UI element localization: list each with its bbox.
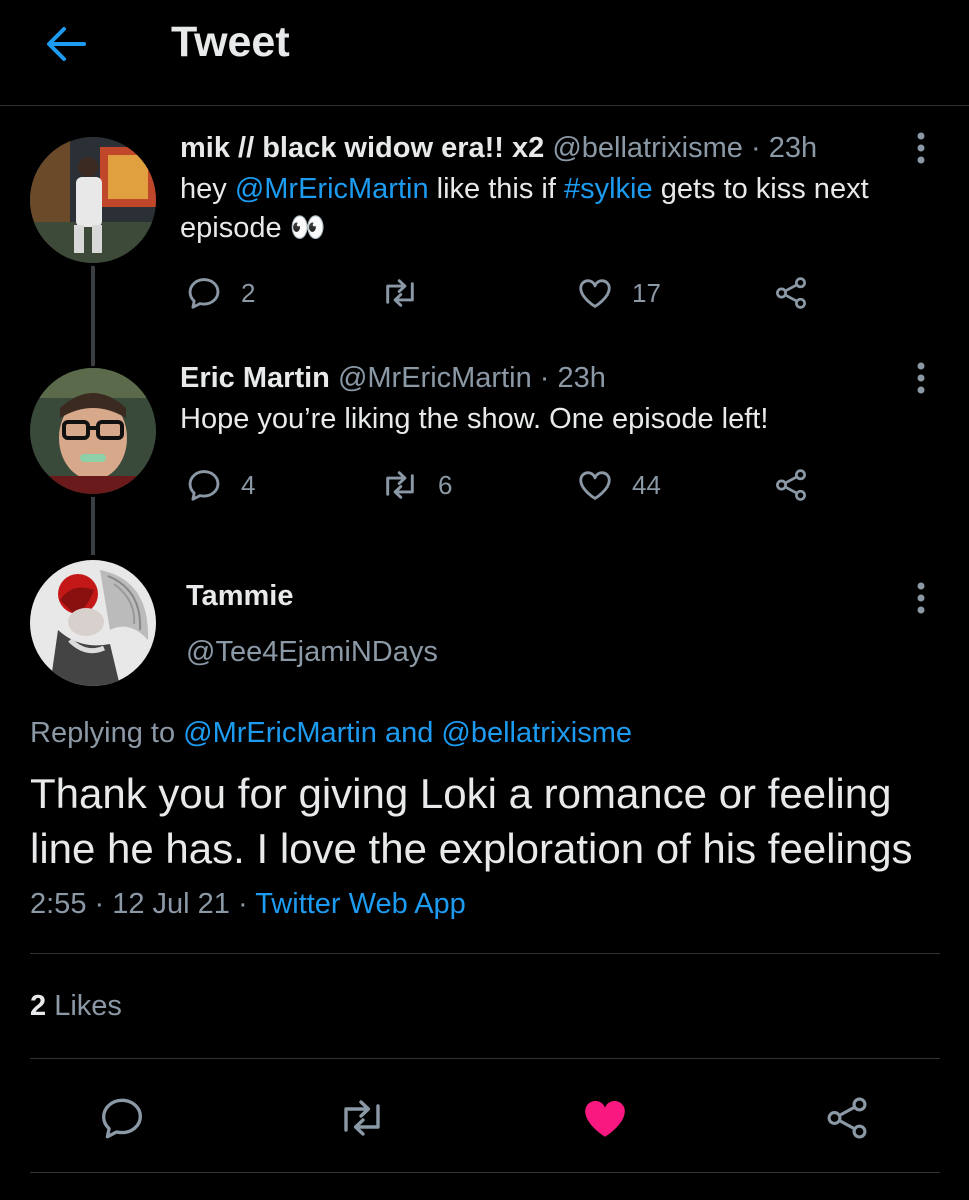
avatar[interactable] [30, 368, 156, 494]
author-name[interactable]: mik // black widow era!! x2 [180, 132, 544, 164]
tweet-time: 23h [557, 362, 606, 394]
share-button[interactable] [772, 465, 810, 505]
reply-icon [185, 466, 223, 504]
share-icon [772, 466, 810, 504]
avatar[interactable] [30, 560, 156, 686]
heart-icon [576, 274, 614, 312]
share-button[interactable] [772, 273, 810, 313]
retweet-count: 6 [438, 469, 453, 500]
divider [30, 1058, 940, 1059]
top-bar: Tweet [0, 0, 969, 106]
author-name[interactable]: Eric Martin [180, 362, 330, 394]
tweet-actions: 4 6 44 [180, 465, 830, 505]
eyes-emoji: 👀 [289, 212, 326, 244]
more-vertical-icon[interactable] [906, 578, 936, 618]
retweet-button[interactable] [334, 1090, 390, 1146]
tweet-header: Eric Martin @MrEricMartin · 23h [180, 362, 606, 394]
back-arrow-icon[interactable] [44, 22, 88, 66]
like-button[interactable]: 17 [576, 273, 661, 313]
divider [30, 1172, 940, 1173]
replying-label: Replying to [30, 717, 184, 749]
retweet-icon [380, 466, 420, 504]
retweet-button[interactable] [380, 273, 438, 313]
mention-link[interactable]: @MrEricMartin [235, 173, 429, 205]
thread-connector [91, 266, 95, 366]
page-title: Tweet [171, 18, 290, 66]
share-icon [822, 1093, 872, 1143]
divider [30, 953, 940, 954]
like-count: 17 [632, 277, 661, 308]
share-icon [772, 274, 810, 312]
heart-icon [580, 1093, 630, 1143]
hashtag-link[interactable]: #sylkie [564, 173, 653, 205]
tweet-text: Thank you for giving Loki a romance or f… [30, 770, 913, 872]
tweet-time: 2:55 [30, 888, 87, 920]
replying-to: Replying to @MrEricMartin and @bellatrix… [30, 717, 632, 750]
tweet-header: mik // black widow era!! x2 @bellatrixis… [180, 132, 818, 164]
likes-summary[interactable]: 2 Likes [30, 990, 122, 1023]
likes-count: 2 [30, 990, 47, 1022]
more-vertical-icon[interactable] [906, 358, 936, 398]
text-segment: hey [180, 173, 235, 205]
reply-icon [97, 1093, 147, 1143]
retweet-icon [380, 274, 420, 312]
reply-button[interactable]: 2 [185, 273, 255, 313]
author-handle[interactable]: @bellatrixisme [552, 132, 743, 164]
text-segment: like this if [428, 173, 564, 205]
reply-count: 2 [241, 277, 256, 308]
likes-label: Likes [54, 990, 122, 1022]
like-button[interactable] [577, 1090, 633, 1146]
tweet-time: 23h [768, 132, 818, 164]
tweet-text: Hope you’re liking the show. One episode… [180, 403, 769, 435]
tweet-actions: 2 17 [180, 273, 830, 313]
retweet-button[interactable]: 6 [380, 465, 452, 505]
replying-to-links[interactable]: @MrEricMartin and @bellatrixisme [183, 717, 632, 749]
tweet-meta: 2:55 · 12 Jul 21 · Twitter Web App [30, 888, 466, 920]
retweet-icon [336, 1093, 388, 1143]
focused-tweet-actions [0, 1090, 969, 1146]
tweet-date: 12 Jul 21 [112, 888, 230, 920]
author-name[interactable]: Tammie [186, 580, 293, 613]
like-button[interactable]: 44 [576, 465, 661, 505]
share-button[interactable] [819, 1090, 875, 1146]
author-handle[interactable]: @Tee4EjamiNDays [186, 636, 438, 669]
heart-icon [576, 466, 614, 504]
tweet-source-link[interactable]: Twitter Web App [255, 888, 466, 920]
avatar[interactable] [30, 137, 156, 263]
author-handle[interactable]: @MrEricMartin [338, 362, 532, 394]
thread-connector [91, 497, 95, 555]
reply-button[interactable]: 4 [185, 465, 255, 505]
tweet-text: hey @MrEricMartin like this if #sylkie g… [180, 170, 900, 248]
reply-count: 4 [241, 469, 256, 500]
reply-icon [185, 274, 223, 312]
like-count: 44 [632, 469, 661, 500]
more-vertical-icon[interactable] [906, 128, 936, 168]
reply-button[interactable] [94, 1090, 150, 1146]
